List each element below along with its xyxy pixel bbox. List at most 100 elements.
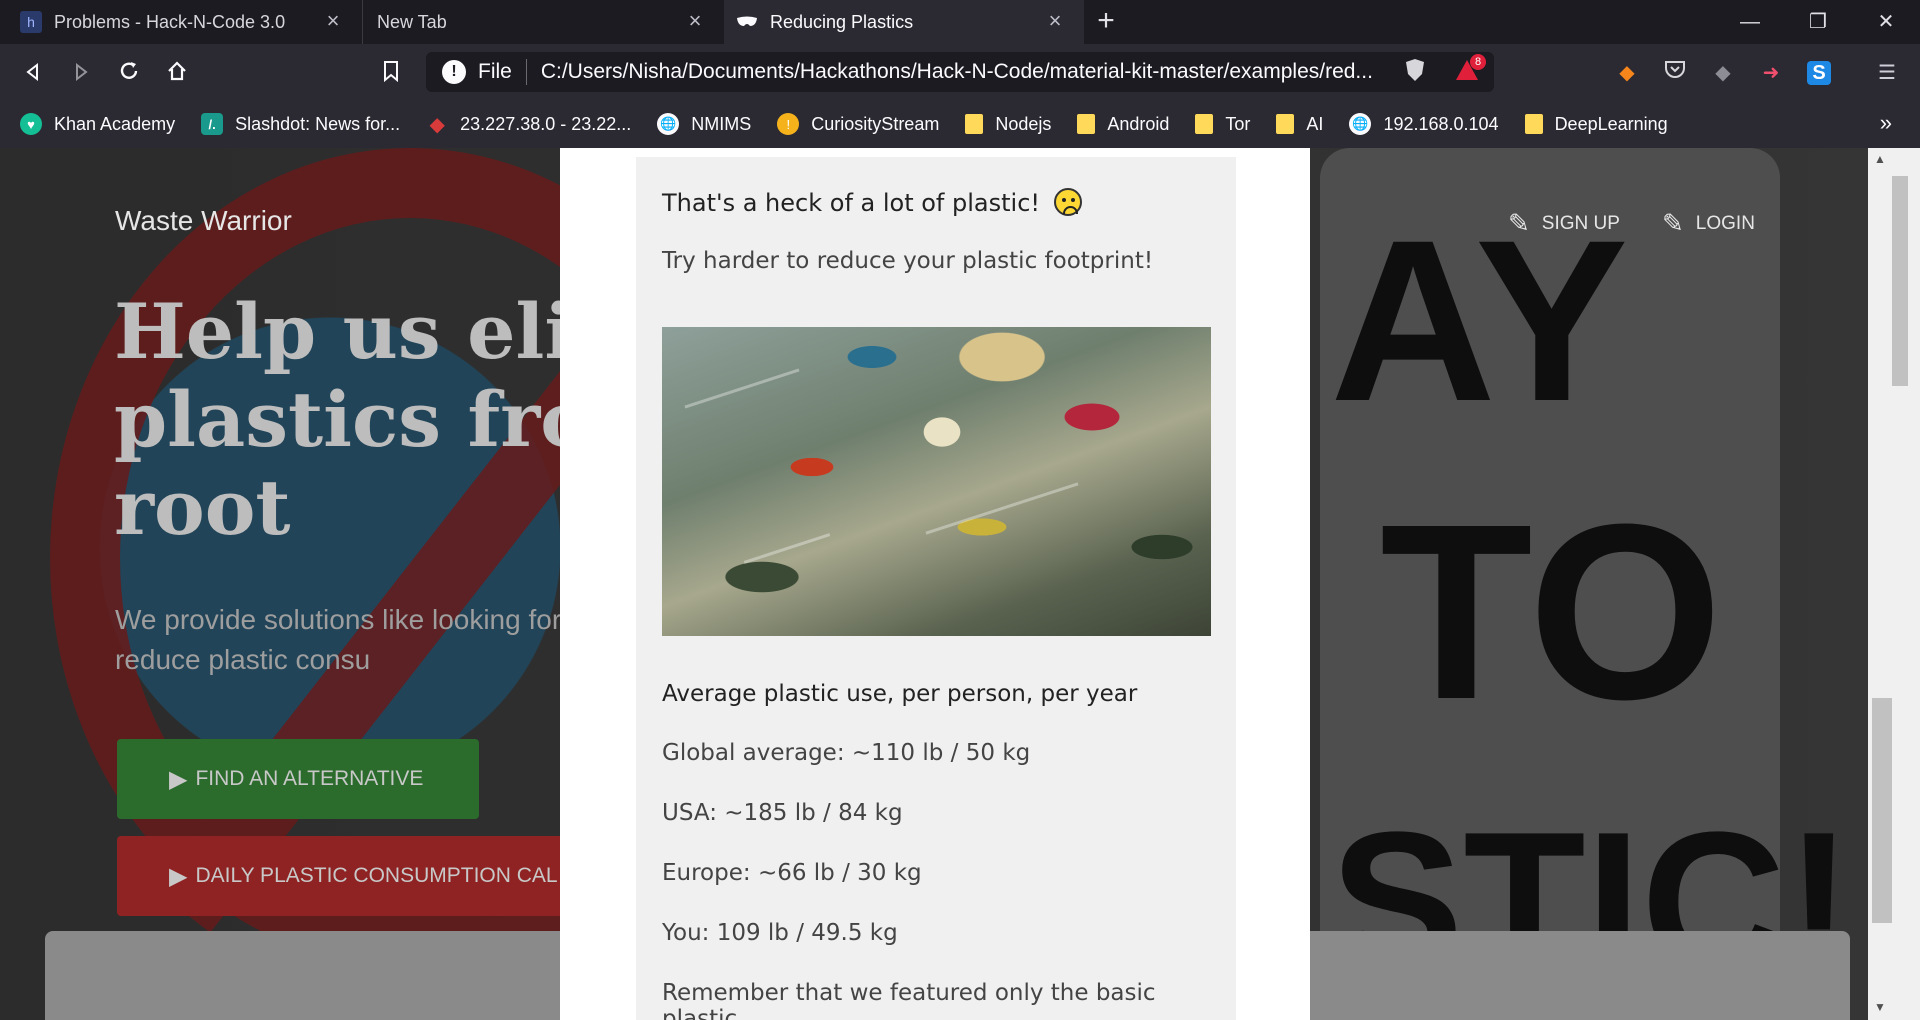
new-tab-button[interactable]: + (1084, 0, 1128, 44)
rewards-badge: 8 (1470, 54, 1486, 70)
pocket-icon[interactable] (1660, 58, 1690, 88)
bookmark-label: AI (1306, 113, 1324, 134)
folder-icon (1195, 114, 1214, 134)
mask-icon (736, 11, 758, 33)
image-highlight (743, 533, 831, 564)
bookmark-label: 23.227.38.0 - 23.22... (460, 113, 632, 134)
modal-message: Try harder to reduce your plastic footpr… (662, 248, 1154, 274)
page-scrollbar[interactable]: ▲ ▼ (1868, 148, 1920, 1020)
stat-global: Global average: ~110 lb / 50 kg (662, 740, 1031, 766)
bookmark-folder-deeplearning[interactable]: DeepLearning (1524, 113, 1668, 135)
bookmark-label: NMIMS (691, 113, 752, 134)
bookmark-label: Khan Academy (54, 113, 176, 134)
modal-footer-note: Remember that we featured only the basic… (662, 980, 1156, 1020)
signup-link[interactable]: ✎ SIGN UP (1508, 208, 1620, 239)
bookmarks-overflow-icon[interactable]: » (1880, 110, 1892, 136)
url-scheme: File (478, 60, 512, 83)
brave-shield-icon[interactable] (1400, 58, 1430, 88)
bookmark-label: CuriosityStream (811, 113, 940, 134)
stat-you: You: 109 lb / 49.5 kg (662, 920, 898, 946)
bookmark-nmims[interactable]: 🌐 NMIMS (657, 113, 751, 135)
pencil-icon: ✎ (1662, 208, 1684, 238)
bookmarks-toolbar: ♥ Khan Academy /. Slashdot: News for... … (0, 100, 1920, 148)
modal-content: That's a heck of a lot of plastic! Try h… (636, 148, 1236, 1020)
plastic-calculator-button[interactable]: ▶ DAILY PLASTIC CONSUMPTION CAL (117, 836, 617, 916)
stat-europe: Europe: ~66 lb / 30 kg (662, 860, 922, 886)
slashdot-icon: /. (201, 113, 224, 135)
tab-title: New Tab (377, 11, 447, 32)
diamond-icon: ◆ (429, 113, 445, 136)
signup-label: SIGN UP (1541, 212, 1620, 234)
bookmark-label: DeepLearning (1554, 113, 1668, 134)
site-info-icon[interactable]: ! (442, 60, 466, 84)
curiosity-icon: ! (777, 113, 800, 135)
bookmark-slashdot[interactable]: /. Slashdot: News for... (201, 113, 400, 135)
modal-heading-text: That's a heck of a lot of plastic! (662, 189, 1041, 217)
modal-heading: That's a heck of a lot of plastic! (662, 188, 1082, 217)
bookmark-page-icon[interactable] (374, 56, 408, 90)
folder-icon (1077, 114, 1096, 134)
menu-icon[interactable]: ☰ (1872, 58, 1902, 88)
tab-new-tab[interactable]: New Tab × (362, 0, 724, 44)
home-icon[interactable] (160, 56, 194, 90)
globe-icon: 🌐 (657, 113, 680, 135)
layers-extension-icon[interactable]: ◆ (1708, 58, 1738, 88)
button-label: FIND AN ALTERNATIVE (195, 767, 424, 790)
reload-icon[interactable] (112, 56, 146, 90)
page-scroll-thumb[interactable] (1872, 698, 1892, 923)
bookmark-folder-ai[interactable]: AI (1276, 114, 1323, 135)
bookmark-label: Nodejs (995, 113, 1052, 134)
minimize-button[interactable]: — (1716, 0, 1784, 44)
site-brand[interactable]: Waste Warrior (115, 205, 292, 237)
bookmark-folder-android[interactable]: Android (1077, 114, 1169, 135)
page-viewport: AY TO STIC! Waste Warrior ✎ SIGN UP ✎ LO… (0, 148, 1868, 1020)
folder-icon (965, 114, 984, 134)
forward-icon[interactable] (64, 56, 98, 90)
s-extension-icon[interactable]: S (1804, 58, 1834, 88)
brave-rewards-icon[interactable]: 8 (1452, 54, 1486, 88)
hackerearth-icon: h (20, 11, 42, 33)
metamask-icon[interactable]: ◆ (1612, 58, 1642, 88)
result-modal: That's a heck of a lot of plastic! Try h… (560, 148, 1310, 1020)
bookmark-ip-range[interactable]: ◆ 23.227.38.0 - 23.22... (426, 113, 632, 136)
navigation-toolbar: ! File C:/Users/Nisha/Documents/Hackatho… (0, 44, 1920, 100)
frown-emoji-icon (1053, 188, 1082, 216)
folder-icon (1524, 114, 1543, 134)
bookmark-label: Slashdot: News for... (235, 113, 401, 134)
globe-icon: 🌐 (1349, 113, 1372, 135)
tab-strip: h Problems - Hack-N-Code 3.0 × New Tab ×… (0, 0, 1920, 44)
close-tab-icon[interactable]: × (1044, 10, 1066, 32)
find-alternative-button[interactable]: ▶ FIND AN ALTERNATIVE (117, 739, 479, 819)
save-extension-icon[interactable]: ➜ (1756, 58, 1786, 88)
url-text[interactable]: C:/Users/Nisha/Documents/Hackathons/Hack… (541, 60, 1391, 84)
bookmark-folder-tor[interactable]: Tor (1195, 114, 1250, 135)
pencil-icon: ✎ (1508, 208, 1530, 238)
bookmark-khan-academy[interactable]: ♥ Khan Academy (20, 113, 175, 135)
tab-title: Problems - Hack-N-Code 3.0 (54, 11, 286, 32)
khan-icon: ♥ (20, 113, 42, 135)
restore-button[interactable]: ❐ (1784, 0, 1852, 44)
scroll-down-icon[interactable]: ▼ (1874, 1000, 1886, 1014)
play-icon: ▶ (169, 765, 188, 793)
image-highlight (684, 368, 800, 409)
tab-reducing-plastics[interactable]: Reducing Plastics × (724, 0, 1084, 44)
bookmark-curiositystream[interactable]: ! CuriosityStream (777, 113, 939, 135)
bookmark-folder-nodejs[interactable]: Nodejs (965, 114, 1051, 135)
tab-problems[interactable]: h Problems - Hack-N-Code 3.0 × (0, 0, 362, 44)
close-tab-icon[interactable]: × (322, 10, 344, 32)
modal-scroll-thumb[interactable] (1892, 176, 1908, 386)
scroll-up-icon[interactable]: ▲ (1874, 152, 1886, 166)
close-tab-icon[interactable]: × (684, 10, 706, 32)
stat-usa: USA: ~185 lb / 84 kg (662, 800, 903, 826)
button-label: DAILY PLASTIC CONSUMPTION CAL (195, 864, 558, 887)
bookmark-label: 192.168.0.104 (1383, 113, 1499, 134)
login-link[interactable]: ✎ LOGIN (1662, 208, 1755, 239)
back-icon[interactable] (16, 56, 50, 90)
tab-title: Reducing Plastics (770, 11, 914, 32)
bookmark-label: Android (1107, 113, 1170, 134)
bookmark-local-ip[interactable]: 🌐 192.168.0.104 (1349, 113, 1499, 135)
close-window-button[interactable]: ✕ (1852, 0, 1920, 44)
address-bar[interactable]: ! File C:/Users/Nisha/Documents/Hackatho… (426, 52, 1494, 92)
login-label: LOGIN (1695, 212, 1755, 234)
play-icon: ▶ (169, 862, 188, 890)
